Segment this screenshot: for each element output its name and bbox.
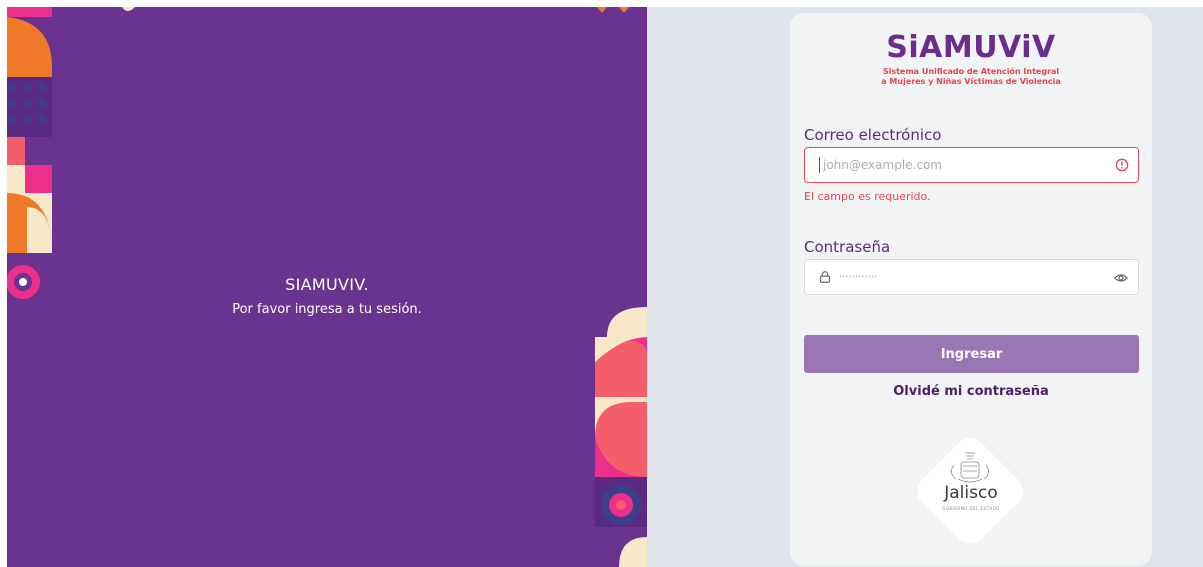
welcome-subtitle: Por favor ingresa a tu sesión. [232,302,422,317]
hero-panel: SIAMUVIV. Por favor ingresa a tu sesión. [7,7,647,567]
brand-name: SiAMUViV [886,30,1056,65]
brand-tagline-line2: a Mujeres y Niñas Víctimas de Violencia [881,77,1061,86]
password-field[interactable] [839,260,1099,294]
forgot-password-link[interactable]: Olvidé mi contraseña [790,384,1152,399]
login-button[interactable]: Ingresar [804,335,1139,373]
welcome-message: SIAMUVIV. Por favor ingresa a tu sesión. [157,275,497,317]
brand-tagline-line1: Sistema Unificado de Atención Integral [882,67,1060,76]
email-error-message: El campo es requerido. [804,190,931,203]
email-field-container[interactable] [804,147,1139,183]
email-field[interactable] [819,157,1109,173]
alert-circle-icon [1115,158,1129,172]
password-label: Contraseña [804,238,891,256]
jalisco-logo-text: Jalisco [944,483,998,503]
email-label: Correo electrónico [804,126,942,144]
login-card: SiAMUViV Sistema Unificado de Atención I… [790,13,1152,566]
password-field-container[interactable] [804,259,1139,295]
brand-logo: SiAMUViV Sistema Unificado de Atención I… [790,33,1152,87]
welcome-title: SIAMUVIV. [285,275,369,294]
login-area: SiAMUViV Sistema Unificado de Atención I… [647,7,1203,567]
jalisco-logo-subtext: GOBIERNO DEL ESTADO [942,506,1000,511]
eye-icon[interactable] [1114,271,1128,285]
lock-icon [820,271,830,283]
